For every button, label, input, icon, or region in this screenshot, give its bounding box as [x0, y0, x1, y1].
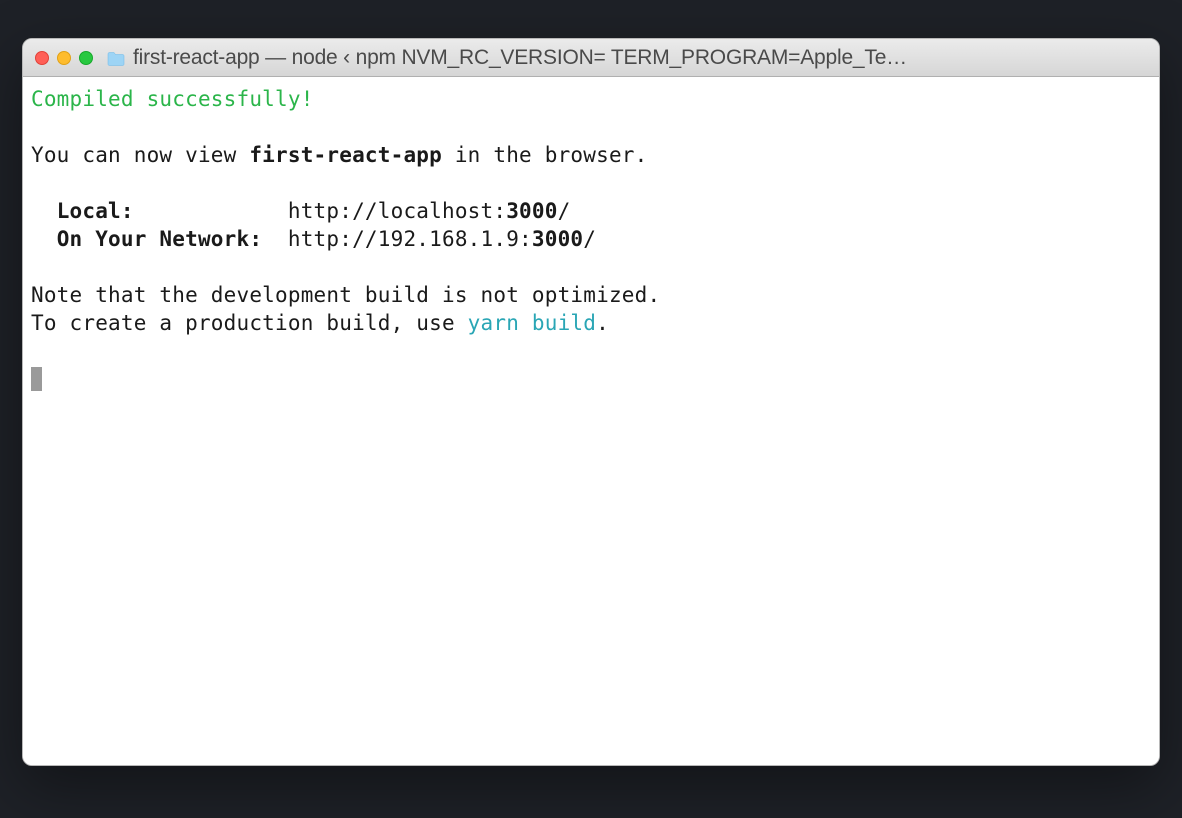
network-url-pre: http://192.168.1.9:: [288, 227, 532, 251]
local-label: Local:: [57, 199, 134, 223]
cursor-icon: [31, 367, 42, 391]
app-name: first-react-app: [249, 143, 442, 167]
network-label: On Your Network:: [57, 227, 263, 251]
network-pad: [262, 227, 288, 251]
network-port: 3000: [532, 227, 583, 251]
note-line-1: Note that the development build is not o…: [31, 281, 1151, 309]
folder-icon: [107, 51, 125, 65]
blank-line: [31, 253, 1151, 281]
window-title: first-react-app — node ‹ npm NVM_RC_VERS…: [133, 46, 1147, 70]
prompt-line[interactable]: [31, 365, 1151, 393]
view-prefix: You can now view: [31, 143, 249, 167]
close-button[interactable]: [35, 51, 49, 65]
blank-line: [31, 169, 1151, 197]
blank-line: [31, 113, 1151, 141]
view-line: You can now view first-react-app in the …: [31, 141, 1151, 169]
note2-post: .: [596, 311, 609, 335]
network-url-post: /: [583, 227, 596, 251]
build-command: yarn build: [468, 311, 596, 335]
local-url-line: Local: http://localhost:3000/: [31, 197, 1151, 225]
local-url-post: /: [558, 199, 571, 223]
local-port: 3000: [506, 199, 557, 223]
view-suffix: in the browser.: [442, 143, 648, 167]
title-bar[interactable]: first-react-app — node ‹ npm NVM_RC_VERS…: [23, 39, 1159, 77]
blank-line: [31, 337, 1151, 365]
terminal-window: first-react-app — node ‹ npm NVM_RC_VERS…: [22, 38, 1160, 766]
local-pad: [134, 199, 288, 223]
terminal-body[interactable]: Compiled successfully! You can now view …: [23, 77, 1159, 765]
minimize-button[interactable]: [57, 51, 71, 65]
note2-pre: To create a production build, use: [31, 311, 468, 335]
zoom-button[interactable]: [79, 51, 93, 65]
compiled-status: Compiled successfully!: [31, 87, 314, 111]
local-url-pre: http://localhost:: [288, 199, 506, 223]
traffic-lights: [35, 51, 93, 65]
note-line-2: To create a production build, use yarn b…: [31, 309, 1151, 337]
network-url-line: On Your Network: http://192.168.1.9:3000…: [31, 225, 1151, 253]
